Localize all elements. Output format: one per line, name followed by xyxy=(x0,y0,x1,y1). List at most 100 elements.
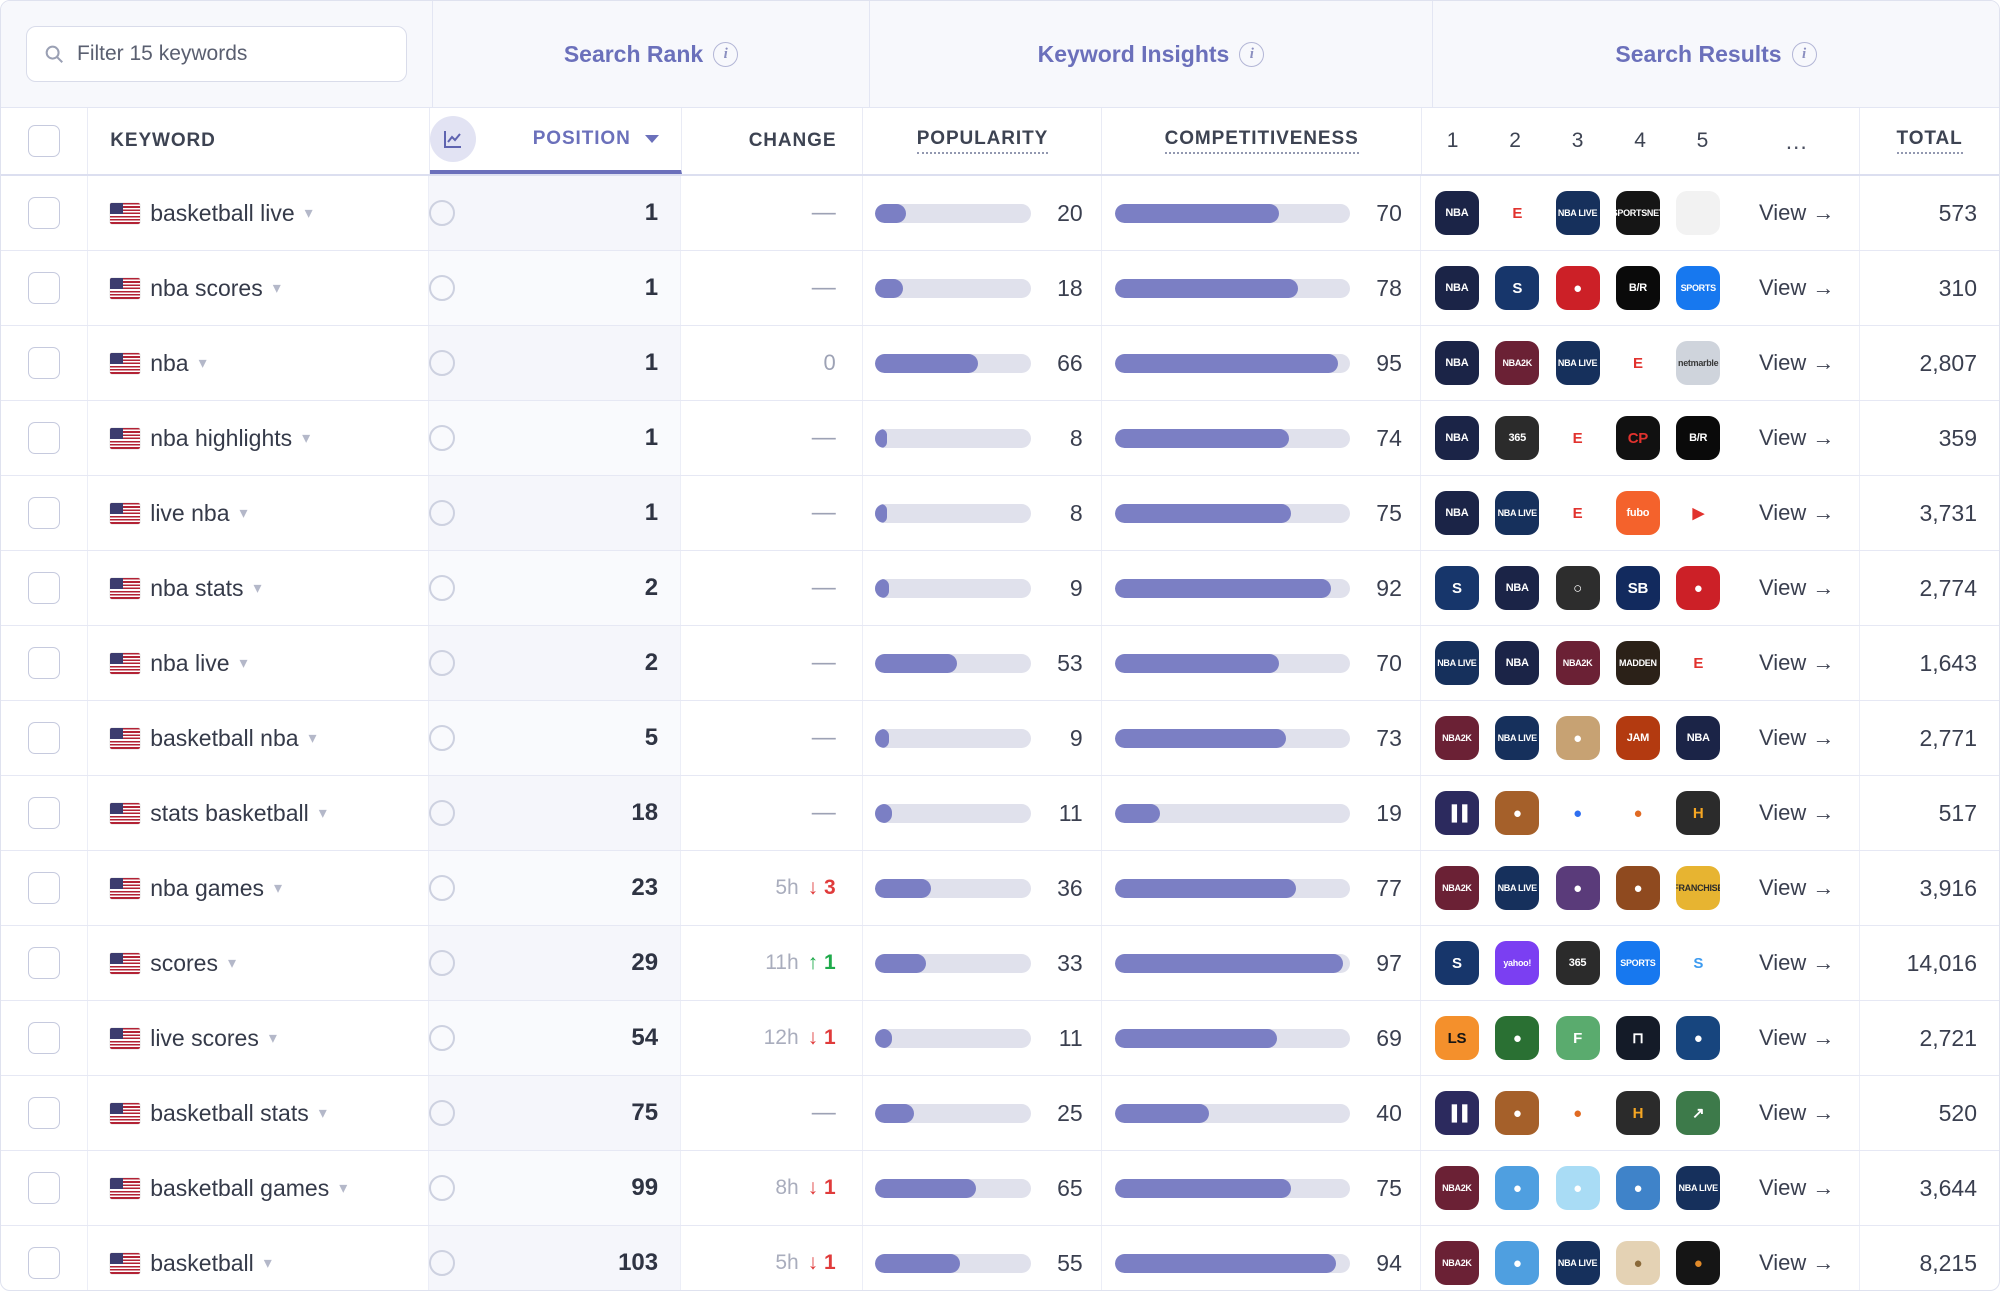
row-checkbox[interactable] xyxy=(28,1247,61,1279)
keyword-cell[interactable]: scores ▾ xyxy=(88,926,430,1000)
view-results-link[interactable]: View → xyxy=(1734,851,1861,925)
keyword-cell[interactable]: live nba ▾ xyxy=(88,476,430,550)
position-indicator-icon[interactable] xyxy=(429,950,456,976)
view-results-link[interactable]: View → xyxy=(1734,776,1861,850)
basketball-shoot-app-icon[interactable]: ● xyxy=(1555,716,1600,760)
row-checkbox[interactable] xyxy=(28,197,61,229)
row-checkbox[interactable] xyxy=(28,422,61,454)
position-indicator-icon[interactable] xyxy=(429,350,456,376)
position-indicator-icon[interactable] xyxy=(429,1025,456,1051)
flashscore-app-icon[interactable]: F xyxy=(1555,1016,1600,1060)
view-results-link[interactable]: View → xyxy=(1734,1001,1861,1075)
chevron-down-icon[interactable]: ▾ xyxy=(305,203,313,223)
chevron-down-icon[interactable]: ▾ xyxy=(254,578,262,598)
view-results-link[interactable]: View → xyxy=(1734,701,1861,775)
info-icon[interactable]: i xyxy=(1239,41,1265,67)
goal-app-icon[interactable]: ⊓ xyxy=(1615,1016,1660,1060)
chevron-down-icon[interactable] xyxy=(644,135,659,143)
position-indicator-icon[interactable] xyxy=(429,650,456,676)
orange-basketball-app-icon[interactable]: ● xyxy=(1615,791,1660,835)
keyword-cell[interactable]: live scores ▾ xyxy=(88,1001,430,1075)
position-indicator-icon[interactable] xyxy=(429,500,456,526)
table-row[interactable]: live nba ▾ 1 — 8 75 NBA NBA LIVE Efubo ▶ View → 3,7… xyxy=(1,476,1999,551)
keyword-cell[interactable]: basketball stats ▾ xyxy=(88,1076,430,1150)
chevron-down-icon[interactable]: ▾ xyxy=(228,953,236,973)
fubo-tv-app-icon[interactable]: fubo xyxy=(1615,491,1660,535)
row-checkbox[interactable] xyxy=(28,797,61,829)
nba2k-app-icon[interactable]: NBA2K xyxy=(1434,866,1479,910)
view-results-link[interactable]: View → xyxy=(1734,1151,1861,1225)
chevron-down-icon[interactable]: ▾ xyxy=(239,653,247,673)
row-checkbox[interactable] xyxy=(28,722,61,754)
basketball-outline-icon[interactable] xyxy=(1676,191,1721,235)
row-checkbox[interactable] xyxy=(28,647,61,679)
nba-jam-app-icon[interactable]: JAM xyxy=(1615,716,1660,760)
position-indicator-icon[interactable] xyxy=(429,1250,456,1276)
table-row[interactable]: stats basketball ▾ 18 — 11 19 ▐▐ ● ● ● H View → 517 xyxy=(1,776,1999,851)
scores-app-icon[interactable]: SB xyxy=(1615,566,1660,610)
table-row[interactable]: basketball live ▾ 1 — 20 70 NBA E NBA LIVE SPORTS… xyxy=(1,176,1999,251)
chevron-down-icon[interactable]: ▾ xyxy=(269,1028,277,1048)
nba-live-app-icon[interactable]: NBA LIVE xyxy=(1434,641,1479,685)
view-results-link[interactable]: View → xyxy=(1734,1076,1861,1150)
column-header-popularity[interactable]: POPULARITY xyxy=(863,108,1103,174)
select-all-checkbox[interactable] xyxy=(28,125,61,157)
position-indicator-icon[interactable] xyxy=(429,1100,456,1126)
chevron-down-icon[interactable]: ▾ xyxy=(239,503,247,523)
table-row[interactable]: nba live ▾ 2 — 53 70 NBA LIVE NBA NBA2K MADDEN E Vi… xyxy=(1,626,1999,701)
chart-icon[interactable] xyxy=(429,116,476,162)
basketball-arena-app-icon[interactable]: ● xyxy=(1555,866,1600,910)
youtube-tv-app-icon[interactable]: ▶ xyxy=(1676,491,1721,535)
nba-app-icon[interactable]: NBA xyxy=(1434,266,1479,310)
cbs-basketball-app-icon[interactable]: ● xyxy=(1555,266,1600,310)
column-header-total[interactable]: TOTAL xyxy=(1860,108,1999,174)
position-indicator-icon[interactable] xyxy=(429,1175,456,1201)
chevron-down-icon[interactable]: ▾ xyxy=(302,428,310,448)
nba-live-app-icon[interactable]: NBA LIVE xyxy=(1555,341,1600,385)
chevron-down-icon[interactable]: ▾ xyxy=(274,878,282,898)
view-results-link[interactable]: View → xyxy=(1734,176,1861,250)
stats-trend-app-icon[interactable]: ↗ xyxy=(1676,1091,1721,1135)
row-checkbox[interactable] xyxy=(28,272,61,304)
thescore-app-icon[interactable]: S xyxy=(1434,566,1479,610)
cbs-sports-app-icon[interactable]: SPORTS xyxy=(1615,941,1660,985)
row-checkbox[interactable] xyxy=(28,1097,61,1129)
table-row[interactable]: scores ▾ 29 11h ↑ 1 33 97 Syahoo! 365 SPORTS S View… xyxy=(1,926,1999,1001)
info-icon[interactable]: i xyxy=(1791,41,1817,67)
basketball-red-app-icon[interactable]: ● xyxy=(1676,566,1721,610)
view-results-link[interactable]: View → xyxy=(1734,551,1861,625)
position-indicator-icon[interactable] xyxy=(429,200,456,226)
table-row[interactable]: nba scores ▾ 1 — 18 78 NBA S ● B/R SPORTS View → 310 xyxy=(1,251,1999,326)
flip-dunk-app-icon[interactable]: ● xyxy=(1555,1166,1600,1210)
keyword-cell[interactable]: basketball nba ▾ xyxy=(88,701,430,775)
thescore-app-icon[interactable]: S xyxy=(1495,266,1540,310)
keyword-cell[interactable]: nba games ▾ xyxy=(88,851,430,925)
table-row[interactable]: nba highlights ▾ 1 — 8 74 NBA 365 E CP B/R View → 35… xyxy=(1,401,1999,476)
position-indicator-icon[interactable] xyxy=(429,800,456,826)
nba2k-app-icon[interactable]: NBA2K xyxy=(1555,641,1600,685)
nba2k-app-icon[interactable]: NBA2K xyxy=(1434,716,1479,760)
orange-basketball-app-icon[interactable]: ● xyxy=(1555,1091,1600,1135)
column-header-keyword[interactable]: KEYWORD xyxy=(88,108,430,174)
keyword-cell[interactable]: nba stats ▾ xyxy=(88,551,430,625)
nba-live-app-icon[interactable]: NBA LIVE xyxy=(1495,866,1540,910)
nba-live-app-icon[interactable]: NBA LIVE xyxy=(1495,491,1540,535)
keyword-cell[interactable]: stats basketball ▾ xyxy=(88,776,430,850)
nba-app-icon[interactable]: NBA xyxy=(1676,716,1721,760)
hoops-stats-app-icon[interactable]: ○ xyxy=(1555,566,1600,610)
view-results-link[interactable]: View → xyxy=(1734,401,1861,475)
filter-keywords-input[interactable] xyxy=(77,42,390,66)
nba-live-app-icon[interactable]: NBA LIVE xyxy=(1555,191,1600,235)
position-indicator-icon[interactable] xyxy=(429,875,456,901)
row-checkbox[interactable] xyxy=(28,947,61,979)
table-row[interactable]: nba stats ▾ 2 — 9 92 S NBA ○ SB ● View → 2,774 xyxy=(1,551,1999,626)
view-results-link[interactable]: View → xyxy=(1734,251,1861,325)
dunk-game-app-icon[interactable]: ● xyxy=(1615,866,1660,910)
cbs-sports-app-icon[interactable]: SPORTS xyxy=(1676,266,1721,310)
view-results-link[interactable]: View → xyxy=(1734,476,1861,550)
column-header-competitiveness[interactable]: COMPETITIVENESS xyxy=(1102,108,1422,174)
netmarble-nba-app-icon[interactable]: netmarble xyxy=(1676,341,1721,385)
retro-basketball-app-icon[interactable]: ● xyxy=(1615,1241,1660,1285)
stats-chart-app-icon[interactable]: ▐▐ xyxy=(1434,1091,1479,1135)
onefootball-app-icon[interactable]: ● xyxy=(1676,1016,1721,1060)
